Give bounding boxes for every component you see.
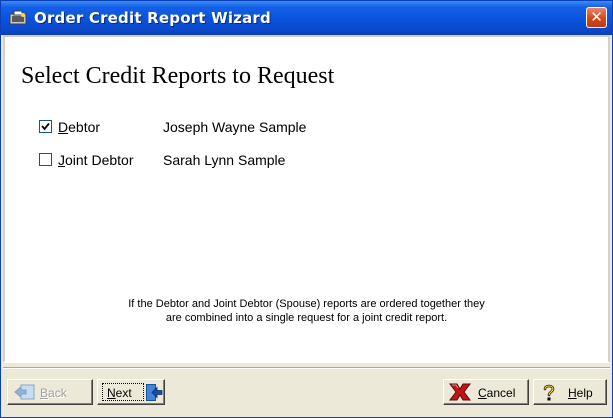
next-arrow-icon: [146, 384, 163, 401]
checkmark-icon: [41, 122, 50, 131]
back-arrow-icon: [14, 384, 35, 400]
help-button[interactable]: Help: [533, 379, 607, 405]
joint-debtor-checkbox[interactable]: [39, 153, 52, 166]
question-mark-icon: [543, 384, 555, 401]
footer-separator: [3, 367, 610, 369]
next-button[interactable]: Next: [97, 379, 165, 405]
title-bar[interactable]: Order Credit Report Wizard ✕: [1, 1, 612, 35]
window-title: Order Credit Report Wizard: [34, 9, 271, 27]
wizard-app-icon: [9, 10, 27, 25]
close-button[interactable]: ✕: [586, 7, 607, 28]
red-x-icon: [449, 383, 471, 401]
back-button[interactable]: Back: [7, 379, 93, 405]
joint-debtor-row[interactable]: Joint Debtor Sarah Lynn Sample: [5, 152, 605, 172]
joint-debtor-name: Sarah Lynn Sample: [163, 152, 286, 168]
close-icon: ✕: [590, 8, 603, 26]
note-line-2: are combined into a single request for a…: [165, 312, 448, 324]
wizard-content: Select Credit Reports to Request Debtor …: [3, 35, 610, 363]
joint-debtor-label[interactable]: Joint Debtor: [58, 152, 133, 168]
wizard-window: Order Credit Report Wizard ✕ Select Cred…: [0, 0, 613, 418]
debtor-row[interactable]: Debtor Joseph Wayne Sample: [5, 119, 605, 139]
note-line-1: If the Debtor and Joint Debtor (Spouse) …: [128, 298, 485, 310]
cancel-button[interactable]: Cancel: [443, 379, 529, 405]
debtor-label[interactable]: Debtor: [58, 119, 100, 135]
debtor-name: Joseph Wayne Sample: [163, 119, 307, 135]
debtor-checkbox[interactable]: [39, 120, 52, 133]
joint-report-note: If the Debtor and Joint Debtor (Spouse) …: [5, 297, 608, 325]
page-heading: Select Credit Reports to Request: [21, 63, 335, 89]
